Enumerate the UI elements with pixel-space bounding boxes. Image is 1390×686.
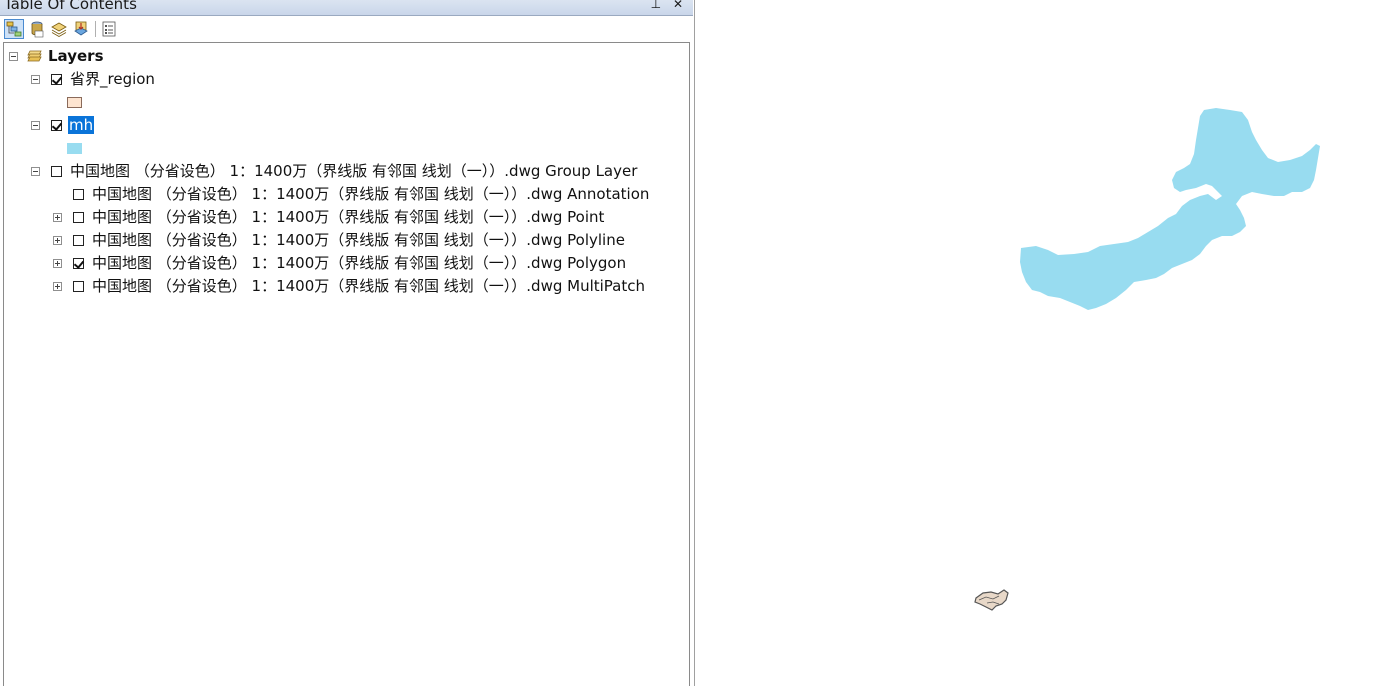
china-map-thumbnail[interactable] <box>974 589 1009 611</box>
list-by-drawing-order-icon <box>6 21 22 37</box>
layer-visibility-checkbox[interactable] <box>51 120 62 131</box>
list-by-drawing-order-button[interactable] <box>4 19 24 39</box>
sublayer-label: 中国地图 （分省设色） 1：1400万（界线版 有邻国 线划（一））.dwg P… <box>92 208 605 226</box>
panel-title-bar[interactable]: Table Of Contents ⊥ ✕ <box>0 0 693 16</box>
map-canvas[interactable] <box>696 0 1390 686</box>
sublayer-row-polygon[interactable]: 中国地图 （分省设色） 1：1400万（界线版 有邻国 线划（一））.dwg P… <box>4 253 688 273</box>
sublayer-label: 中国地图 （分省设色） 1：1400万（界线版 有邻国 线划（一））.dwg P… <box>92 254 627 272</box>
layer-visibility-checkbox[interactable] <box>73 281 84 292</box>
list-by-source-button[interactable] <box>27 19 47 39</box>
close-icon[interactable]: ✕ <box>673 0 687 11</box>
options-button[interactable] <box>99 19 119 39</box>
toc-toolbar <box>0 17 693 41</box>
sublayer-row-multipatch[interactable]: 中国地图 （分省设色） 1：1400万（界线版 有邻国 线划（一））.dwg M… <box>4 276 688 296</box>
group-layer-row[interactable]: 中国地图 （分省设色） 1：1400万（界线版 有邻国 线划（一））.dwg G… <box>4 161 688 181</box>
sublayer-label: 中国地图 （分省设色） 1：1400万（界线版 有邻国 线划（一））.dwg P… <box>92 231 625 249</box>
layer-visibility-checkbox[interactable] <box>51 74 62 85</box>
collapse-icon[interactable] <box>31 75 40 84</box>
layer-label: 省界_region <box>70 70 155 88</box>
layer-row-mh[interactable]: mh <box>4 115 684 135</box>
layer-visibility-checkbox[interactable] <box>73 212 84 223</box>
layer-legend-row[interactable] <box>4 92 104 112</box>
arcmap-window: Table Of Contents ⊥ ✕ Layers 省界_region m… <box>0 0 1390 686</box>
pin-icon[interactable]: ⊥ <box>651 0 665 11</box>
panel-title: Table Of Contents <box>4 0 137 13</box>
sublayer-row-polyline[interactable]: 中国地图 （分省设色） 1：1400万（界线版 有邻国 线划（一））.dwg P… <box>4 230 688 250</box>
layer-row-region[interactable]: 省界_region <box>4 69 684 89</box>
toolbar-separator <box>95 21 96 37</box>
sublayer-label: 中国地图 （分省设色） 1：1400万（界线版 有邻国 线划（一））.dwg M… <box>92 277 646 295</box>
sublayer-label: 中国地图 （分省设色） 1：1400万（界线版 有邻国 线划（一））.dwg A… <box>92 185 650 203</box>
layer-legend-row[interactable] <box>4 138 104 158</box>
collapse-icon[interactable] <box>9 52 18 61</box>
layer-label-selected: mh <box>68 116 95 134</box>
list-by-visibility-button[interactable] <box>49 19 69 39</box>
collapse-icon[interactable] <box>31 121 40 130</box>
expand-icon[interactable] <box>53 282 62 291</box>
layer-visibility-checkbox[interactable] <box>73 235 84 246</box>
expand-icon[interactable] <box>53 213 62 222</box>
legend-swatch[interactable] <box>67 97 82 108</box>
list-by-selection-icon <box>74 21 88 36</box>
list-by-source-icon <box>31 21 44 38</box>
list-by-selection-button[interactable] <box>71 19 91 39</box>
table-of-contents-panel: Table Of Contents ⊥ ✕ Layers 省界_region m… <box>0 0 695 686</box>
panel-window-buttons: ⊥ ✕ <box>651 0 687 11</box>
layers-icon <box>27 50 42 62</box>
sublayer-row-point[interactable]: 中国地图 （分省设色） 1：1400万（界线版 有邻国 线划（一））.dwg P… <box>4 207 688 227</box>
mh-layer-polygon[interactable] <box>1020 108 1320 310</box>
legend-swatch[interactable] <box>67 143 82 154</box>
layer-visibility-checkbox[interactable] <box>73 258 84 269</box>
expand-icon[interactable] <box>53 259 62 268</box>
group-layer-label: 中国地图 （分省设色） 1：1400万（界线版 有邻国 线划（一））.dwg G… <box>70 162 638 180</box>
map-display[interactable] <box>696 0 1390 686</box>
collapse-icon[interactable] <box>31 167 40 176</box>
data-frame-label: Layers <box>48 47 104 65</box>
list-by-visibility-icon <box>51 22 67 37</box>
layer-tree: Layers 省界_region mh 中国地图 （分省设色） 1：1400万（… <box>3 42 690 686</box>
layer-visibility-checkbox[interactable] <box>73 189 84 200</box>
options-icon <box>102 21 116 37</box>
expand-icon[interactable] <box>53 236 62 245</box>
layer-visibility-checkbox[interactable] <box>51 166 62 177</box>
data-frame-row[interactable]: Layers <box>4 46 684 66</box>
sublayer-row-annotation[interactable]: 中国地图 （分省设色） 1：1400万（界线版 有邻国 线划（一））.dwg A… <box>4 184 688 204</box>
